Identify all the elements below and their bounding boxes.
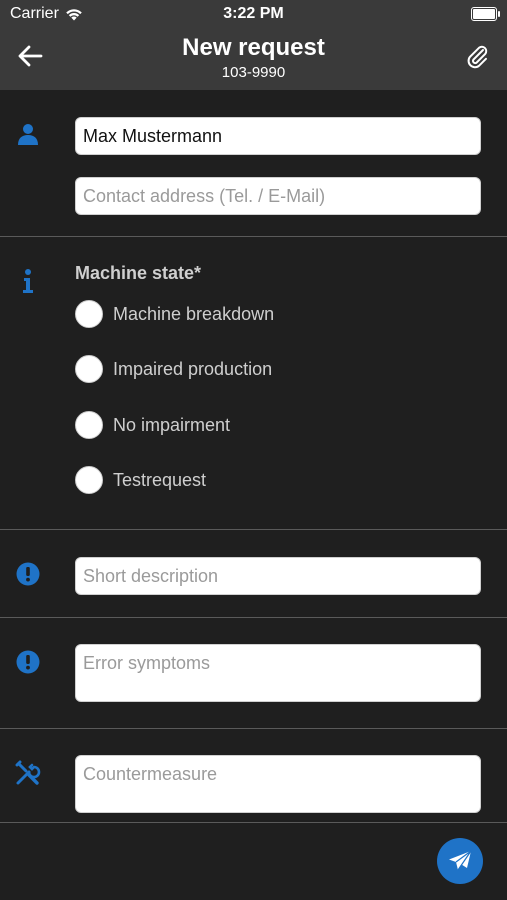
person-icon <box>14 120 42 148</box>
error-symptoms-section <box>0 618 507 729</box>
contact-section <box>0 90 507 237</box>
paperclip-icon <box>467 45 488 69</box>
attach-button[interactable] <box>461 40 493 72</box>
countermeasure-field[interactable] <box>75 755 481 813</box>
name-field[interactable] <box>75 117 481 155</box>
radio-button[interactable] <box>75 411 103 439</box>
page-subtitle: 103-9990 <box>221 64 286 81</box>
info-icon <box>14 267 42 295</box>
radio-testrequest[interactable]: Testrequest <box>75 466 206 494</box>
radio-impaired-production[interactable]: Impaired production <box>75 355 272 383</box>
radio-no-impairment[interactable]: No impairment <box>75 411 230 439</box>
radio-button[interactable] <box>75 355 103 383</box>
short-description-section <box>0 530 507 618</box>
machine-state-section: Machine state* Machine breakdown Impaire… <box>0 237 507 530</box>
battery-icon <box>471 7 500 21</box>
status-time: 3:22 PM <box>223 5 284 22</box>
radio-label: No impairment <box>113 414 231 435</box>
radio-label: Testrequest <box>113 469 207 490</box>
exclamation-circle-icon <box>14 648 42 676</box>
contact-address-field[interactable] <box>75 177 481 215</box>
radio-label: Impaired production <box>113 358 273 379</box>
page-title: New request <box>182 34 325 61</box>
exclamation-circle-icon <box>14 560 42 588</box>
short-description-field[interactable] <box>75 557 481 595</box>
wrench-screwdriver-icon <box>14 759 42 787</box>
radio-button[interactable] <box>75 300 103 328</box>
machine-state-label: Machine state* <box>75 263 202 283</box>
paper-plane-icon <box>449 850 472 871</box>
radio-machine-breakdown[interactable]: Machine breakdown <box>75 300 274 328</box>
radio-button[interactable] <box>75 466 103 494</box>
countermeasure-section <box>0 729 507 823</box>
radio-label: Machine breakdown <box>113 303 275 324</box>
send-button[interactable] <box>437 838 483 884</box>
error-symptoms-field[interactable] <box>75 644 481 702</box>
status-bar: Carrier 3:22 PM <box>0 0 507 28</box>
navigation-bar: New request 103-9990 <box>0 28 507 90</box>
